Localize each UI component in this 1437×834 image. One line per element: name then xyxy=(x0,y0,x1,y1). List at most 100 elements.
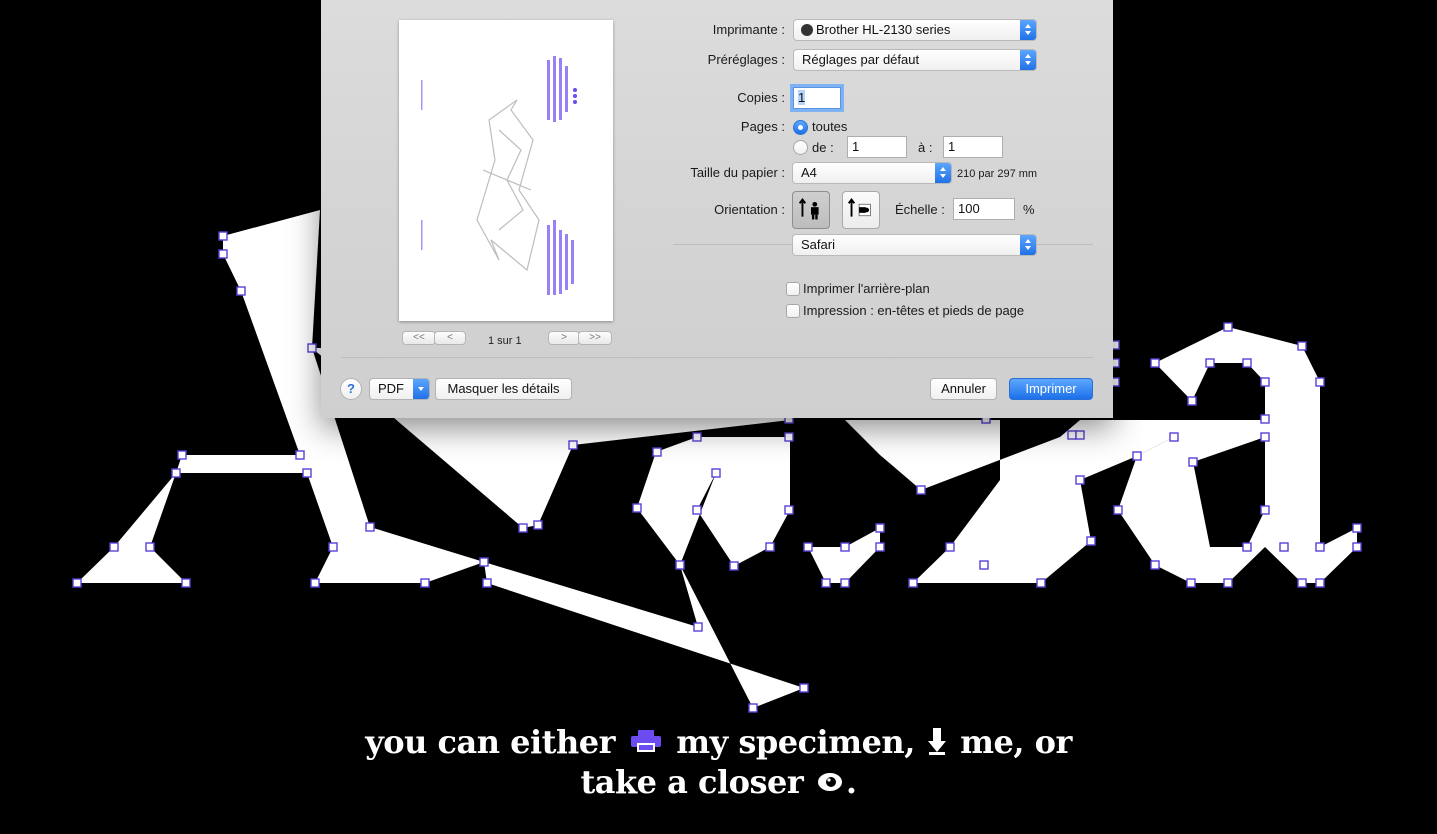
tagline-text: you can either xyxy=(365,723,615,761)
scale-label: Échelle : xyxy=(895,202,945,217)
print-dialog: << < 1 sur 1 > >> Imprimante : Brother H… xyxy=(321,0,1113,418)
node xyxy=(1242,358,1252,368)
node xyxy=(652,447,662,457)
node xyxy=(1188,457,1198,467)
pdf-button-label: PDF xyxy=(378,381,404,396)
node xyxy=(1223,578,1233,588)
section-popup[interactable]: Safari xyxy=(792,234,1037,256)
pages-all-radio[interactable] xyxy=(793,120,808,135)
node xyxy=(1186,578,1196,588)
node xyxy=(328,542,338,552)
node xyxy=(1352,523,1362,533)
tagline-period: . xyxy=(845,763,857,801)
printer-popup[interactable]: Brother HL-2130 series xyxy=(793,19,1037,41)
node xyxy=(307,343,317,353)
portrait-icon xyxy=(798,198,819,220)
hide-details-button[interactable]: Masquer les détails xyxy=(435,378,572,400)
print-preview-page xyxy=(399,20,613,321)
print-background-checkbox[interactable] xyxy=(786,282,800,296)
node xyxy=(1260,505,1270,515)
cancel-button[interactable]: Annuler xyxy=(930,378,997,400)
pages-from-field[interactable]: 1 xyxy=(847,136,907,158)
node xyxy=(632,503,642,513)
node xyxy=(840,542,850,552)
orientation-label: Orientation : xyxy=(714,202,785,217)
help-button[interactable]: ? xyxy=(340,378,362,400)
pages-all-label[interactable]: toutes xyxy=(812,119,847,134)
preview-first-page-button[interactable]: << xyxy=(402,331,436,345)
scale-value: 100 xyxy=(958,201,980,216)
printer-icon[interactable] xyxy=(630,729,662,753)
orientation-landscape-button[interactable] xyxy=(842,191,880,229)
preview-last-page-button[interactable]: >> xyxy=(578,331,612,345)
node xyxy=(218,231,228,241)
eye-icon[interactable] xyxy=(816,770,844,794)
node xyxy=(1223,322,1233,332)
preview-prev-page-button[interactable]: < xyxy=(434,331,466,345)
print-background-label[interactable]: Imprimer l'arrière-plan xyxy=(803,281,930,296)
node xyxy=(908,578,918,588)
node xyxy=(675,560,685,570)
node xyxy=(1242,542,1252,552)
pdf-menu-button[interactable]: PDF xyxy=(369,378,430,400)
scale-field[interactable]: 100 xyxy=(953,198,1015,220)
node xyxy=(821,578,831,588)
preview-page-counter: 1 sur 1 xyxy=(488,335,522,347)
scale-unit: % xyxy=(1023,202,1035,217)
headers-footers-checkbox[interactable] xyxy=(786,304,800,318)
node xyxy=(1113,505,1123,515)
orientation-portrait-button[interactable] xyxy=(792,191,830,229)
paper-size-popup[interactable]: A4 xyxy=(792,162,952,184)
node xyxy=(799,683,809,693)
download-icon[interactable] xyxy=(927,727,947,755)
printer-label: Imprimante : xyxy=(712,22,785,37)
headers-footers-label[interactable]: Impression : en-têtes et pieds de page xyxy=(803,303,1024,318)
pages-from-label[interactable]: de : xyxy=(812,140,834,155)
node xyxy=(765,542,775,552)
node xyxy=(1315,377,1325,387)
node xyxy=(302,468,312,478)
node xyxy=(181,578,191,588)
node xyxy=(1260,432,1270,442)
node xyxy=(1086,536,1096,546)
node xyxy=(1132,451,1142,461)
presets-popup-value: Réglages par défaut xyxy=(802,52,920,67)
paper-size-label: Taille du papier : xyxy=(690,165,785,180)
footer-separator xyxy=(341,357,1093,358)
node xyxy=(72,578,82,588)
node xyxy=(1150,560,1160,570)
node xyxy=(365,522,375,532)
pages-to-label: à : xyxy=(918,140,933,155)
node xyxy=(748,703,758,713)
node xyxy=(979,560,989,570)
pages-to-field[interactable]: 1 xyxy=(943,136,1003,158)
pages-label: Pages : xyxy=(740,119,785,134)
node xyxy=(482,578,492,588)
printer-status-icon xyxy=(801,24,813,36)
node xyxy=(1075,475,1085,485)
node xyxy=(1315,542,1325,552)
node xyxy=(177,450,187,460)
node xyxy=(1279,542,1289,552)
node xyxy=(1205,358,1215,368)
node xyxy=(518,523,528,533)
node xyxy=(729,561,739,571)
node xyxy=(171,468,181,478)
presets-label: Préréglages : xyxy=(707,52,785,67)
node xyxy=(784,505,794,515)
copies-label: Copies : xyxy=(737,90,785,105)
node xyxy=(479,557,489,567)
node xyxy=(310,578,320,588)
copies-field[interactable]: 1 xyxy=(793,87,841,109)
popup-stepper-icon xyxy=(1020,20,1036,40)
presets-popup[interactable]: Réglages par défaut xyxy=(793,49,1037,71)
print-button[interactable]: Imprimer xyxy=(1009,378,1093,400)
node xyxy=(1150,358,1160,368)
node xyxy=(1036,578,1046,588)
node xyxy=(692,505,702,515)
tagline-text: take a closer xyxy=(580,763,804,801)
node xyxy=(145,542,155,552)
pages-range-radio[interactable] xyxy=(793,140,808,155)
node xyxy=(236,286,246,296)
preview-next-page-button[interactable]: > xyxy=(548,331,580,345)
